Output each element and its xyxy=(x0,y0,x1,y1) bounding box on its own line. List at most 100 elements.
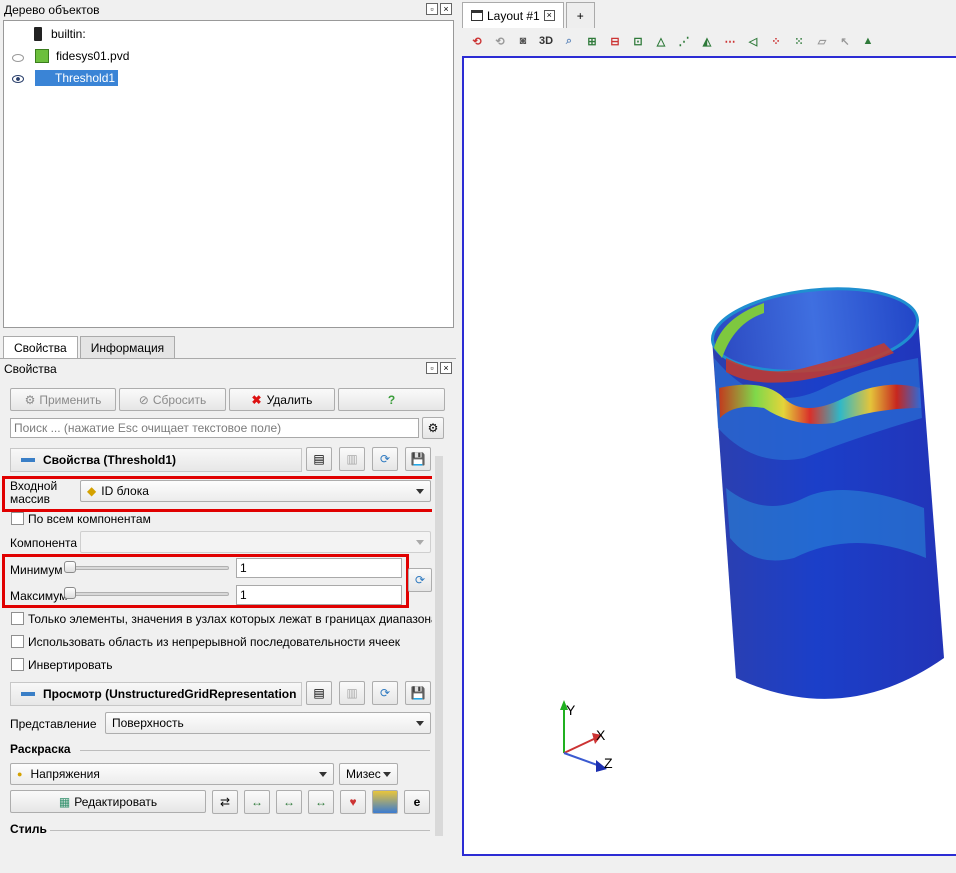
only-elements-label: Только элементы, значения в узлах которы… xyxy=(28,612,438,626)
add-layout-button[interactable]: + xyxy=(565,2,595,28)
reset-camera-closest-icon[interactable]: ⟲ xyxy=(489,30,511,52)
apply-button[interactable]: ⚙ Применить xyxy=(10,388,116,411)
chevron-down-icon xyxy=(416,540,424,545)
pipeline-dock-buttons: ▫ × xyxy=(426,3,452,15)
paste-icon[interactable]: ▥ xyxy=(339,681,365,705)
tree-item-label: fidesys01.pvd xyxy=(56,49,130,63)
favorite-colormap-icon[interactable]: ♥ xyxy=(340,790,366,814)
invert-label: Инвертировать xyxy=(28,658,113,672)
ruler-icon[interactable]: ▲ xyxy=(857,30,879,52)
float-icon[interactable]: ▫ xyxy=(426,3,438,15)
select-points-on-icon[interactable]: ⁘ xyxy=(765,30,787,52)
pipeline-tree[interactable]: builtin: fidesys01.pvd Threshold1 xyxy=(3,20,454,328)
delete-button[interactable]: ✖ Удалить xyxy=(229,388,335,411)
tab-layout-1[interactable]: Layout #1 × xyxy=(462,2,564,28)
delete-icon: ✖ xyxy=(251,392,262,407)
select-polygon-icon[interactable]: ◁ xyxy=(742,30,764,52)
rescale-custom-range-icon[interactable]: ↔ xyxy=(276,790,302,814)
representation-value: Поверхность xyxy=(112,716,184,730)
properties-section-header[interactable]: Свойства (Threshold1) xyxy=(10,448,302,472)
visibility-eye-icon[interactable] xyxy=(12,54,24,62)
apply-icon: ⚙ xyxy=(24,392,36,407)
apply-label: Применить xyxy=(39,392,102,407)
properties-title: Свойства xyxy=(4,362,57,376)
chevron-down-icon xyxy=(319,772,327,777)
scroll-thumb[interactable] xyxy=(435,456,443,836)
only-elements-checkbox[interactable] xyxy=(11,612,24,625)
invert-checkbox[interactable] xyxy=(11,658,24,671)
close-icon[interactable]: × xyxy=(440,362,452,374)
refresh-icon[interactable]: ⟳ xyxy=(372,681,398,705)
zoom-to-box-icon[interactable]: ⌕ xyxy=(558,30,580,52)
copy-icon[interactable]: ▤ xyxy=(306,681,332,705)
reset-button[interactable]: ⊘ Сбросить xyxy=(119,388,226,411)
select-frustum-icon[interactable]: ◭ xyxy=(696,30,718,52)
properties-scrollbar[interactable] xyxy=(432,444,446,848)
chevron-down-icon xyxy=(383,772,391,777)
tab-properties[interactable]: Свойства xyxy=(3,336,78,358)
continuous-checkbox[interactable] xyxy=(11,635,24,648)
component-select[interactable] xyxy=(80,531,431,553)
render-canvas: Y X Z xyxy=(560,287,944,772)
rescale-temporal-icon[interactable]: ↔ xyxy=(308,790,334,814)
divider xyxy=(80,750,430,751)
reset-camera-icon[interactable]: ⟲ xyxy=(466,30,488,52)
save-icon[interactable]: 💾 xyxy=(405,447,431,471)
style-label: Стиль xyxy=(10,822,47,836)
tree-item-threshold[interactable]: Threshold1 xyxy=(35,68,119,88)
search-input[interactable]: Поиск ... (нажатие Esc очищает текстовое… xyxy=(10,418,419,438)
continuous-label: Использовать область из непрерывной посл… xyxy=(28,635,401,649)
view-toolbar: ⟲ ⟲ ◙ 3D ⌕ ⊞ ⊟ ⊡ △ ⋰ ◭ ⋯ ◁ ⁘ ⁙ ▱ ↖ ▲ xyxy=(462,28,956,54)
collapse-icon xyxy=(21,458,35,462)
all-components-label: По всем компонентам xyxy=(28,512,151,526)
refresh-icon[interactable]: ⟳ xyxy=(372,447,398,471)
coloring-component-value: Мизес xyxy=(346,767,381,781)
zoom-out-icon[interactable]: ⊟ xyxy=(604,30,626,52)
highlight-box xyxy=(2,554,409,608)
coloring-component-select[interactable]: Мизес xyxy=(339,763,398,785)
tab-information[interactable]: Информация xyxy=(79,336,176,358)
edit-annotations-icon[interactable]: e xyxy=(404,790,430,814)
float-icon[interactable]: ▫ xyxy=(426,362,438,374)
select-cells-icon[interactable]: △ xyxy=(650,30,672,52)
close-icon[interactable]: × xyxy=(543,10,555,21)
server-icon xyxy=(34,27,42,41)
tree-item-fidesys[interactable]: fidesys01.pvd xyxy=(35,46,132,66)
rescale-data-icon[interactable]: ⇄ xyxy=(212,790,238,814)
refresh-icon[interactable]: ⟳ xyxy=(408,568,432,592)
point-data-icon: ● xyxy=(17,769,23,779)
reset-icon: ⊘ xyxy=(138,392,149,407)
select-block-icon[interactable]: ⁙ xyxy=(788,30,810,52)
zoom-in-icon[interactable]: ⊞ xyxy=(581,30,603,52)
toggle-3d-button[interactable]: 3D xyxy=(535,30,557,52)
paste-icon[interactable]: ▥ xyxy=(339,447,365,471)
close-icon[interactable]: × xyxy=(440,3,452,15)
edit-colormap-button[interactable]: ▦ Редактировать xyxy=(10,790,206,813)
z-axis-label: Z xyxy=(604,755,613,771)
gear-icon[interactable]: ⚙ xyxy=(422,417,444,439)
layout-tabs: Layout #1 × + xyxy=(462,2,597,28)
hover-icon[interactable]: ↖ xyxy=(834,30,856,52)
tree-item-builtin[interactable]: builtin: xyxy=(34,24,89,44)
select-frustum-points-icon[interactable]: ⋯ xyxy=(719,30,741,52)
x-axis-label: X xyxy=(596,727,606,743)
colorbar-icon[interactable] xyxy=(372,790,398,814)
zoom-data-icon[interactable]: ⊡ xyxy=(627,30,649,52)
camera-icon[interactable]: ◙ xyxy=(512,30,534,52)
interactive-select-icon[interactable]: ▱ xyxy=(811,30,833,52)
select-points-icon[interactable]: ⋰ xyxy=(673,30,695,52)
representation-select[interactable]: Поверхность xyxy=(105,712,431,734)
visibility-eye-icon[interactable] xyxy=(12,75,24,83)
highlight-box xyxy=(2,476,438,512)
display-section-header[interactable]: Просмотр (UnstructuredGridRepresentation xyxy=(10,682,302,706)
tree-item-label: Threshold1 xyxy=(35,70,119,86)
all-components-checkbox[interactable] xyxy=(11,512,24,525)
coloring-array-select[interactable]: ● Напряжения xyxy=(10,763,334,785)
tree-item-label: builtin: xyxy=(51,27,86,41)
render-view[interactable]: Y X Z xyxy=(462,56,956,856)
save-icon[interactable]: 💾 xyxy=(405,681,431,705)
divider xyxy=(50,830,430,831)
rescale-custom-icon[interactable]: ↔ xyxy=(244,790,270,814)
copy-icon[interactable]: ▤ xyxy=(306,447,332,471)
help-button[interactable]: ? xyxy=(338,388,445,411)
